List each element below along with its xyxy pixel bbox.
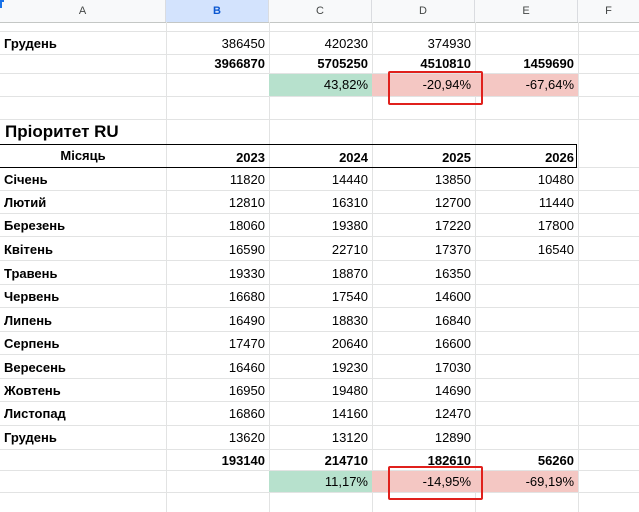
value-cell-d[interactable]: 12700	[372, 191, 475, 214]
pct-cell-c[interactable]: 11,17%	[269, 471, 372, 492]
value-cell-b[interactable]: 16460	[166, 356, 269, 379]
value-cell-d[interactable]: 17220	[372, 214, 475, 237]
value-cell-e[interactable]: 17800	[475, 214, 578, 237]
month-cell[interactable]: Травень	[0, 262, 166, 285]
highlight-box	[388, 71, 483, 105]
value-cell-d[interactable]: 17370	[372, 238, 475, 261]
column-header-c[interactable]: C	[269, 0, 372, 22]
value-cell-c[interactable]: 19480	[269, 379, 372, 402]
value-cell-b[interactable]: 12810	[166, 191, 269, 214]
value-cell-c[interactable]: 14440	[269, 168, 372, 191]
total-cell-c[interactable]: 5705250	[269, 52, 372, 75]
column-header-f[interactable]: F	[578, 0, 639, 22]
month-cell[interactable]: Грудень	[0, 32, 166, 55]
value-cell-c[interactable]: 18870	[269, 262, 372, 285]
value-cell-d[interactable]: 16840	[372, 309, 475, 332]
gridline	[0, 492, 639, 493]
header-year-2023[interactable]: 2023	[166, 146, 269, 169]
month-cell[interactable]: Березень	[0, 214, 166, 237]
spreadsheet: A B C D E F Грудень 386450 420230 374930…	[0, 0, 639, 512]
month-cell[interactable]: Грудень	[0, 426, 166, 449]
column-header-a[interactable]: A	[0, 0, 166, 22]
month-cell[interactable]: Січень	[0, 168, 166, 191]
pct-cell-e[interactable]: -69,19%	[475, 471, 578, 492]
value-cell-d[interactable]: 13850	[372, 168, 475, 191]
value-cell-c[interactable]: 22710	[269, 238, 372, 261]
value-cell-c[interactable]: 17540	[269, 285, 372, 308]
value-cell-b[interactable]: 17470	[166, 332, 269, 355]
value-cell-d[interactable]: 16600	[372, 332, 475, 355]
month-cell[interactable]: Червень	[0, 285, 166, 308]
value-cell-c[interactable]: 19380	[269, 214, 372, 237]
value-cell-b[interactable]: 16860	[166, 402, 269, 425]
pct-cell-e[interactable]: -67,64%	[475, 74, 578, 96]
value-cell-b[interactable]: 16490	[166, 309, 269, 332]
value-cell-b[interactable]: 18060	[166, 214, 269, 237]
column-header-bar: A B C D E F	[0, 0, 639, 23]
total-cell-e[interactable]: 56260	[475, 449, 578, 472]
month-cell[interactable]: Серпень	[0, 332, 166, 355]
month-cell[interactable]: Липень	[0, 309, 166, 332]
value-cell-e[interactable]: 10480	[475, 168, 578, 191]
value-cell-c[interactable]: 19230	[269, 356, 372, 379]
total-cell-e[interactable]: 1459690	[475, 52, 578, 75]
value-cell-d[interactable]: 12470	[372, 402, 475, 425]
value-cell-e[interactable]: 16540	[475, 238, 578, 261]
value-cell-c[interactable]: 13120	[269, 426, 372, 449]
value-cell-b[interactable]: 16950	[166, 379, 269, 402]
value-cell-b[interactable]: 13620	[166, 426, 269, 449]
total-cell-c[interactable]: 214710	[269, 449, 372, 472]
value-cell-b[interactable]: 16590	[166, 238, 269, 261]
header-year-2025[interactable]: 2025	[372, 146, 475, 169]
value-cell-d[interactable]: 14600	[372, 285, 475, 308]
month-cell[interactable]: Лютий	[0, 191, 166, 214]
month-cell[interactable]: Жовтень	[0, 379, 166, 402]
total-cell-b[interactable]: 3966870	[166, 52, 269, 75]
column-header-e[interactable]: E	[475, 0, 578, 22]
value-cell-c[interactable]: 14160	[269, 402, 372, 425]
pct-cell-c[interactable]: 43,82%	[269, 74, 372, 96]
value-cell-b[interactable]: 19330	[166, 262, 269, 285]
gridline	[0, 96, 639, 97]
value-cell-d[interactable]: 16350	[372, 262, 475, 285]
value-cell-e[interactable]: 11440	[475, 191, 578, 214]
value-cell-b[interactable]: 16680	[166, 285, 269, 308]
highlight-box	[388, 466, 483, 500]
value-cell-d[interactable]: 17030	[372, 356, 475, 379]
header-year-2026[interactable]: 2026	[475, 146, 578, 169]
column-header-d[interactable]: D	[372, 0, 475, 22]
month-cell[interactable]: Вересень	[0, 356, 166, 379]
value-cell-d[interactable]: 12890	[372, 426, 475, 449]
value-cell-b[interactable]: 11820	[166, 168, 269, 191]
column-header-b[interactable]: B	[166, 0, 269, 22]
section-title[interactable]: Пріоритет RU	[1, 120, 201, 144]
value-cell-c[interactable]: 16310	[269, 191, 372, 214]
value-cell-c[interactable]: 18830	[269, 309, 372, 332]
value-cell-c[interactable]: 20640	[269, 332, 372, 355]
month-cell[interactable]: Листопад	[0, 402, 166, 425]
month-cell[interactable]: Квітень	[0, 238, 166, 261]
value-cell-d[interactable]: 14690	[372, 379, 475, 402]
header-month[interactable]: Місяць	[0, 144, 166, 167]
total-cell-b[interactable]: 193140	[166, 449, 269, 472]
header-year-2024[interactable]: 2024	[269, 146, 372, 169]
